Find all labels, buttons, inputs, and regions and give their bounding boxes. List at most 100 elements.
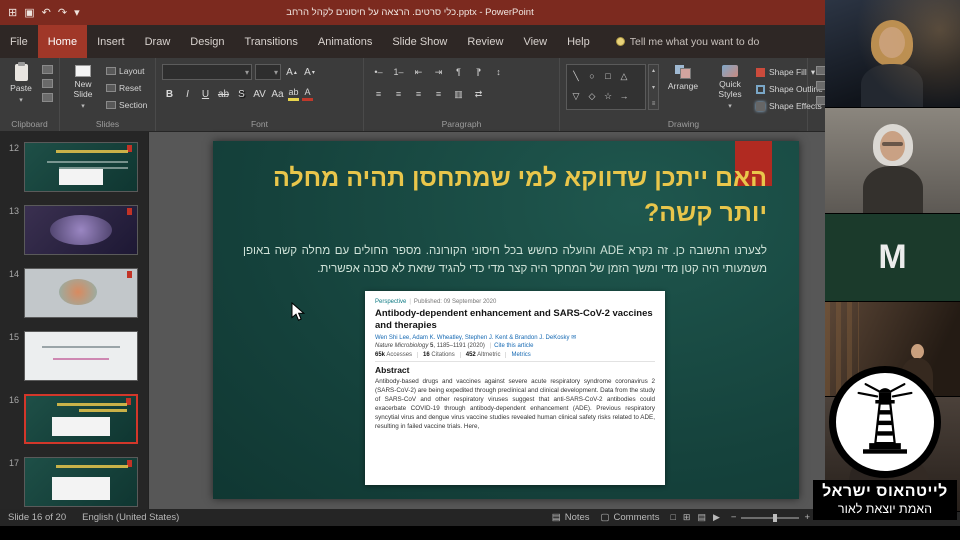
slide-15-thumbnail[interactable] xyxy=(24,331,138,381)
paste-button[interactable]: Paste ▾ xyxy=(2,62,40,118)
font-name-select[interactable]: ▾ xyxy=(162,64,252,80)
tab-design[interactable]: Design xyxy=(180,25,234,58)
comments-button[interactable]: ▢ Comments xyxy=(601,512,660,523)
section-icon xyxy=(106,100,116,109)
video-participant-3-initial[interactable]: M xyxy=(825,214,960,302)
font-size-select[interactable]: ▾ xyxy=(255,64,281,80)
shape-diamond-icon[interactable]: ◇ xyxy=(585,87,599,105)
article-screenshot[interactable]: Perspective | Published: 09 September 2020… xyxy=(365,291,665,485)
reading-view-icon[interactable]: ▤ xyxy=(697,512,706,523)
shapes-gallery[interactable]: ╲ ○ □ △ ▽ ◇ ☆ → xyxy=(566,64,646,110)
thumbnail-row-16[interactable]: 16 xyxy=(4,394,138,444)
slide-number: 17 xyxy=(8,458,19,468)
line-spacing-button[interactable]: ↕ xyxy=(490,64,507,80)
slide-sorter-view-icon[interactable]: ⊞ xyxy=(683,512,691,523)
italic-button[interactable]: I xyxy=(180,86,195,102)
new-slide-button[interactable]: New Slide ▾ xyxy=(64,62,102,118)
gallery-up-icon[interactable]: ▴ xyxy=(652,67,655,74)
arrange-button[interactable]: Arrange xyxy=(664,62,702,118)
undo-icon[interactable]: ↶ xyxy=(42,6,51,19)
increase-font-size-button[interactable]: A ▴ xyxy=(284,64,299,80)
language-indicator[interactable]: English (United States) xyxy=(82,512,179,523)
underline-button[interactable]: U xyxy=(198,86,213,102)
thumbnail-row-15[interactable]: 15 xyxy=(4,331,138,381)
layout-button[interactable]: Layout xyxy=(106,63,147,78)
align-right-button[interactable]: ≡ xyxy=(370,86,387,102)
increase-indent-button[interactable]: ⇥ xyxy=(430,64,447,80)
app-grid-icon[interactable]: ⊞ xyxy=(8,6,17,19)
bold-button[interactable]: B xyxy=(162,86,177,102)
section-button[interactable]: Section xyxy=(106,97,147,112)
zoom-slider[interactable] xyxy=(741,513,800,522)
shapes-gallery-scroll[interactable]: ▴ ▾ ≡ xyxy=(648,64,659,110)
cut-icon[interactable] xyxy=(42,65,53,74)
bullets-button[interactable]: •– xyxy=(370,64,387,80)
decrease-font-size-button[interactable]: A ▾ xyxy=(302,64,317,80)
zoom-out-icon[interactable]: − xyxy=(731,512,737,523)
slide-body-text[interactable]: לצערנו התשובה כן. זה נקרא ADE והועלה כחש… xyxy=(243,243,767,279)
save-icon[interactable]: ▣ xyxy=(24,6,34,19)
qat-customize-icon[interactable]: ▾ xyxy=(74,6,80,19)
slide-17-thumbnail[interactable] xyxy=(24,457,138,507)
align-center-button[interactable]: ≡ xyxy=(390,86,407,102)
thumbnail-row-14[interactable]: 14 xyxy=(4,268,138,318)
video-participant-1[interactable] xyxy=(825,0,960,108)
gallery-down-icon[interactable]: ▾ xyxy=(652,84,655,91)
copy-icon[interactable] xyxy=(42,79,53,88)
zoom-control[interactable]: − + xyxy=(731,512,810,523)
shape-triangle-down-icon[interactable]: ▽ xyxy=(569,87,583,105)
shape-arrow-icon[interactable]: → xyxy=(617,87,631,105)
normal-view-icon[interactable]: □ xyxy=(670,512,675,523)
reset-button[interactable]: Reset xyxy=(106,80,147,95)
character-spacing-button[interactable]: AV xyxy=(252,86,267,102)
format-painter-icon[interactable] xyxy=(42,93,53,102)
shape-triangle-icon[interactable]: △ xyxy=(617,67,631,85)
tab-help[interactable]: Help xyxy=(557,25,600,58)
tell-me-box[interactable]: Tell me what you want to do xyxy=(615,25,759,58)
tab-insert[interactable]: Insert xyxy=(87,25,135,58)
tab-draw[interactable]: Draw xyxy=(135,25,181,58)
slide-title[interactable]: האם ייתכן שדווקא למי שמתחסן תהיה מחלה יו… xyxy=(243,161,767,231)
participant-initial: M xyxy=(878,238,907,276)
slide-16-thumbnail-selected[interactable] xyxy=(24,394,138,444)
thumbnail-row-12[interactable]: 12 xyxy=(4,142,138,192)
change-case-button[interactable]: Aa xyxy=(270,86,285,102)
numbering-button[interactable]: 1– xyxy=(390,64,407,80)
align-left-button[interactable]: ≡ xyxy=(410,86,427,102)
redo-icon[interactable]: ↷ xyxy=(58,6,67,19)
thumbnail-row-13[interactable]: 13 xyxy=(4,205,138,255)
zoom-slider-thumb[interactable] xyxy=(773,513,778,522)
rtl-direction-button[interactable]: ¶ xyxy=(470,64,487,80)
shape-outline-icon xyxy=(756,84,765,94)
slide-12-thumbnail[interactable] xyxy=(24,142,138,192)
shape-line-icon[interactable]: ╲ xyxy=(569,67,583,85)
tab-review[interactable]: Review xyxy=(457,25,513,58)
slideshow-view-icon[interactable]: ▶ xyxy=(713,512,720,523)
shape-rect-icon[interactable]: □ xyxy=(601,67,615,85)
tab-file[interactable]: File xyxy=(0,25,38,58)
text-direction-button[interactable]: ⇄ xyxy=(470,86,487,102)
tab-animations[interactable]: Animations xyxy=(308,25,382,58)
decrease-indent-button[interactable]: ⇤ xyxy=(410,64,427,80)
text-shadow-button[interactable]: S xyxy=(234,86,249,102)
columns-button[interactable]: ▥ xyxy=(450,86,467,102)
gallery-more-icon[interactable]: ≡ xyxy=(652,101,656,107)
shape-star-icon[interactable]: ☆ xyxy=(601,87,615,105)
strikethrough-button[interactable]: ab xyxy=(216,86,231,102)
tab-slide-show[interactable]: Slide Show xyxy=(382,25,457,58)
zoom-in-icon[interactable]: + xyxy=(804,512,810,523)
shape-oval-icon[interactable]: ○ xyxy=(585,67,599,85)
tab-home[interactable]: Home xyxy=(37,25,88,58)
tab-view[interactable]: View xyxy=(513,25,557,58)
quick-styles-button[interactable]: Quick Styles ▾ xyxy=(708,62,752,118)
text-highlight-button[interactable]: ab xyxy=(288,87,299,101)
video-participant-2[interactable] xyxy=(825,108,960,214)
slide-14-thumbnail[interactable] xyxy=(24,268,138,318)
font-color-button[interactable]: A xyxy=(302,87,313,101)
justify-button[interactable]: ≡ xyxy=(430,86,447,102)
slide-13-thumbnail[interactable] xyxy=(24,205,138,255)
thumbnail-row-17[interactable]: 17 xyxy=(4,457,138,507)
ltr-direction-button[interactable]: ¶ xyxy=(450,64,467,80)
notes-button[interactable]: ▤ Notes xyxy=(552,512,590,523)
tab-transitions[interactable]: Transitions xyxy=(235,25,308,58)
